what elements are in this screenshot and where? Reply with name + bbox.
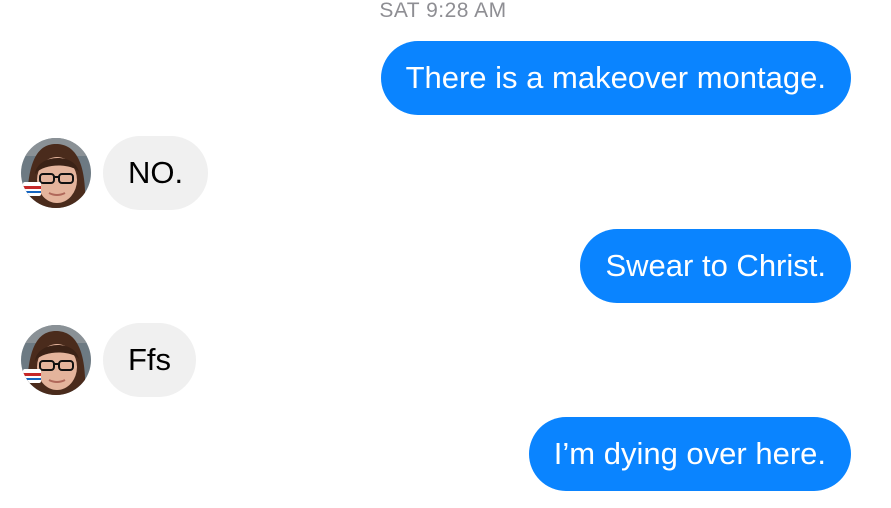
contact-avatar[interactable] [21,325,91,395]
outgoing-message-bubble[interactable]: There is a makeover montage. [380,41,851,115]
avatar-photo-icon [21,138,91,208]
outgoing-message-bubble[interactable]: I’m dying over here. [528,417,851,491]
avatar-photo-icon [21,325,91,395]
contact-avatar[interactable] [21,138,91,208]
message-row-incoming: Ffs [0,323,891,397]
incoming-message-bubble[interactable]: Ffs [103,323,197,397]
message-row-outgoing: I’m dying over here. [0,417,891,491]
message-row-outgoing: Swear to Christ. [0,229,891,303]
incoming-message-bubble[interactable]: NO. [103,136,209,210]
message-row-outgoing: There is a makeover montage. [0,41,891,115]
conversation-timestamp: SAT 9:28 AM [379,0,507,22]
outgoing-message-bubble[interactable]: Swear to Christ. [580,229,851,303]
message-row-incoming: NO. [0,136,891,210]
